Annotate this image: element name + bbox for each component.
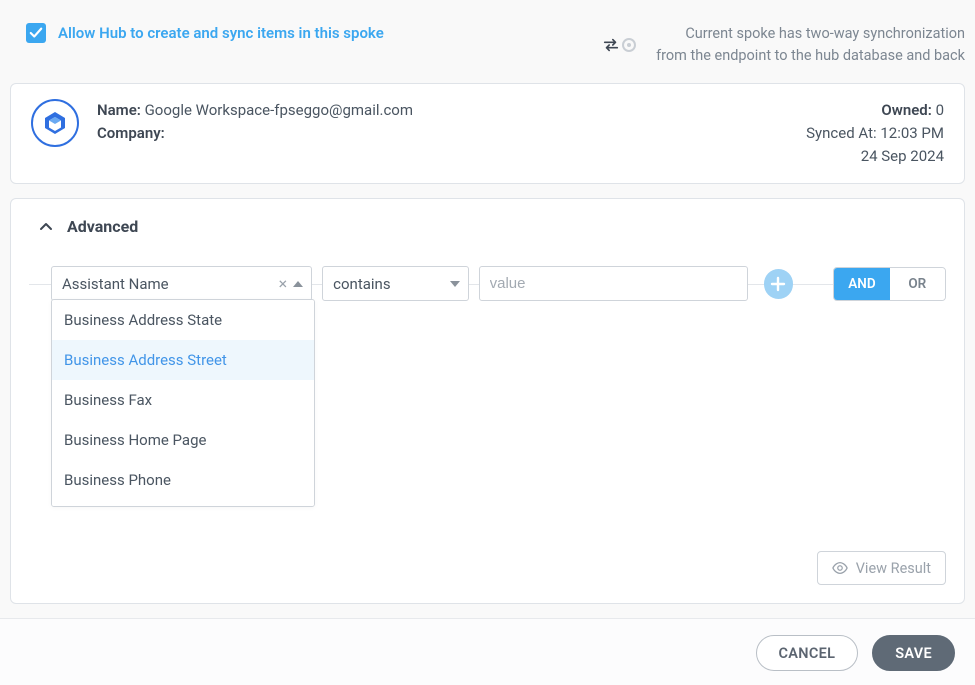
dropdown-item[interactable]: Business Phone [52,460,314,500]
allow-sync-label: Allow Hub to create and sync items in th… [58,24,384,42]
plus-icon [770,276,786,292]
allow-sync-checkbox[interactable] [26,23,46,43]
owned-row: Owned: 0 [806,99,944,122]
value-input[interactable] [479,266,748,301]
operator-combobox[interactable]: contains [322,266,468,301]
field-value: Assistant Name [62,275,273,293]
logic-toggle: AND OR [833,267,946,301]
dropdown-item[interactable]: Business Fax [52,380,314,420]
caret-down-icon [450,281,460,287]
advanced-title: Advanced [67,217,138,236]
synced-date: 24 Sep 2024 [806,145,944,168]
add-condition-button[interactable] [764,269,794,299]
sync-description: Current spoke has two-way synchronizatio… [656,23,965,67]
field-combobox[interactable]: Assistant Name × [51,266,312,301]
dropdown-item[interactable]: Business Phone2 [52,500,314,507]
field-dropdown[interactable]: Business Address State Business Address … [51,299,315,507]
spoke-name-row: Name: Google Workspace-fpseggo@gmail.com [97,99,413,122]
name-value: Google Workspace-fpseggo@gmail.com [145,101,413,119]
check-icon [29,26,43,40]
spoke-info: Name: Google Workspace-fpseggo@gmail.com… [97,99,413,146]
sync-desc-line2: from the endpoint to the hub database an… [656,45,965,67]
dropdown-item[interactable]: Business Home Page [52,420,314,460]
spoke-card-left: Name: Google Workspace-fpseggo@gmail.com… [31,99,413,147]
allow-sync-row: Allow Hub to create and sync items in th… [26,23,384,43]
caret-up-icon [293,281,303,287]
cancel-button[interactable]: CANCEL [756,635,859,671]
topbar: Allow Hub to create and sync items in th… [0,0,975,77]
spoke-company-row: Company: [97,122,413,145]
google-workspace-logo [31,99,79,147]
filter-row: Assistant Name × contains AND OR [29,266,946,301]
eye-icon [832,562,848,574]
topbar-right: Current spoke has two-way synchronizatio… [602,23,965,67]
view-result-row: View Result [29,551,946,585]
name-label: Name: [97,101,141,119]
sync-direction-icon [602,38,636,52]
hexagon-icon [42,110,68,136]
save-button[interactable]: SAVE [872,635,955,671]
spoke-card-right: Owned: 0 Synced At: 12:03 PM 24 Sep 2024 [806,99,944,169]
operator-value: contains [333,275,390,293]
target-icon [622,38,636,52]
synced-value: 12:03 PM [880,124,944,142]
footer: CANCEL SAVE [0,618,975,685]
view-result-button[interactable]: View Result [817,551,946,585]
logic-and-button[interactable]: AND [834,268,889,300]
synced-row: Synced At: 12:03 PM [806,122,944,145]
owned-label: Owned: [881,101,931,119]
dropdown-item[interactable]: Business Address Street [52,340,314,380]
sync-desc-line1: Current spoke has two-way synchronizatio… [656,23,965,45]
synced-label: Synced At: [806,124,876,142]
company-label: Company: [97,124,165,142]
owned-value: 0 [936,101,944,119]
clear-field-icon[interactable]: × [273,274,294,293]
spoke-card: Name: Google Workspace-fpseggo@gmail.com… [10,83,965,185]
advanced-card: Advanced Assistant Name × contains AND O… [10,198,965,604]
advanced-header[interactable]: Advanced [29,217,946,236]
dropdown-item[interactable]: Business Address State [52,300,314,340]
chevron-up-icon [39,220,53,234]
view-result-label: View Result [856,560,931,577]
logic-or-button[interactable]: OR [890,268,945,300]
